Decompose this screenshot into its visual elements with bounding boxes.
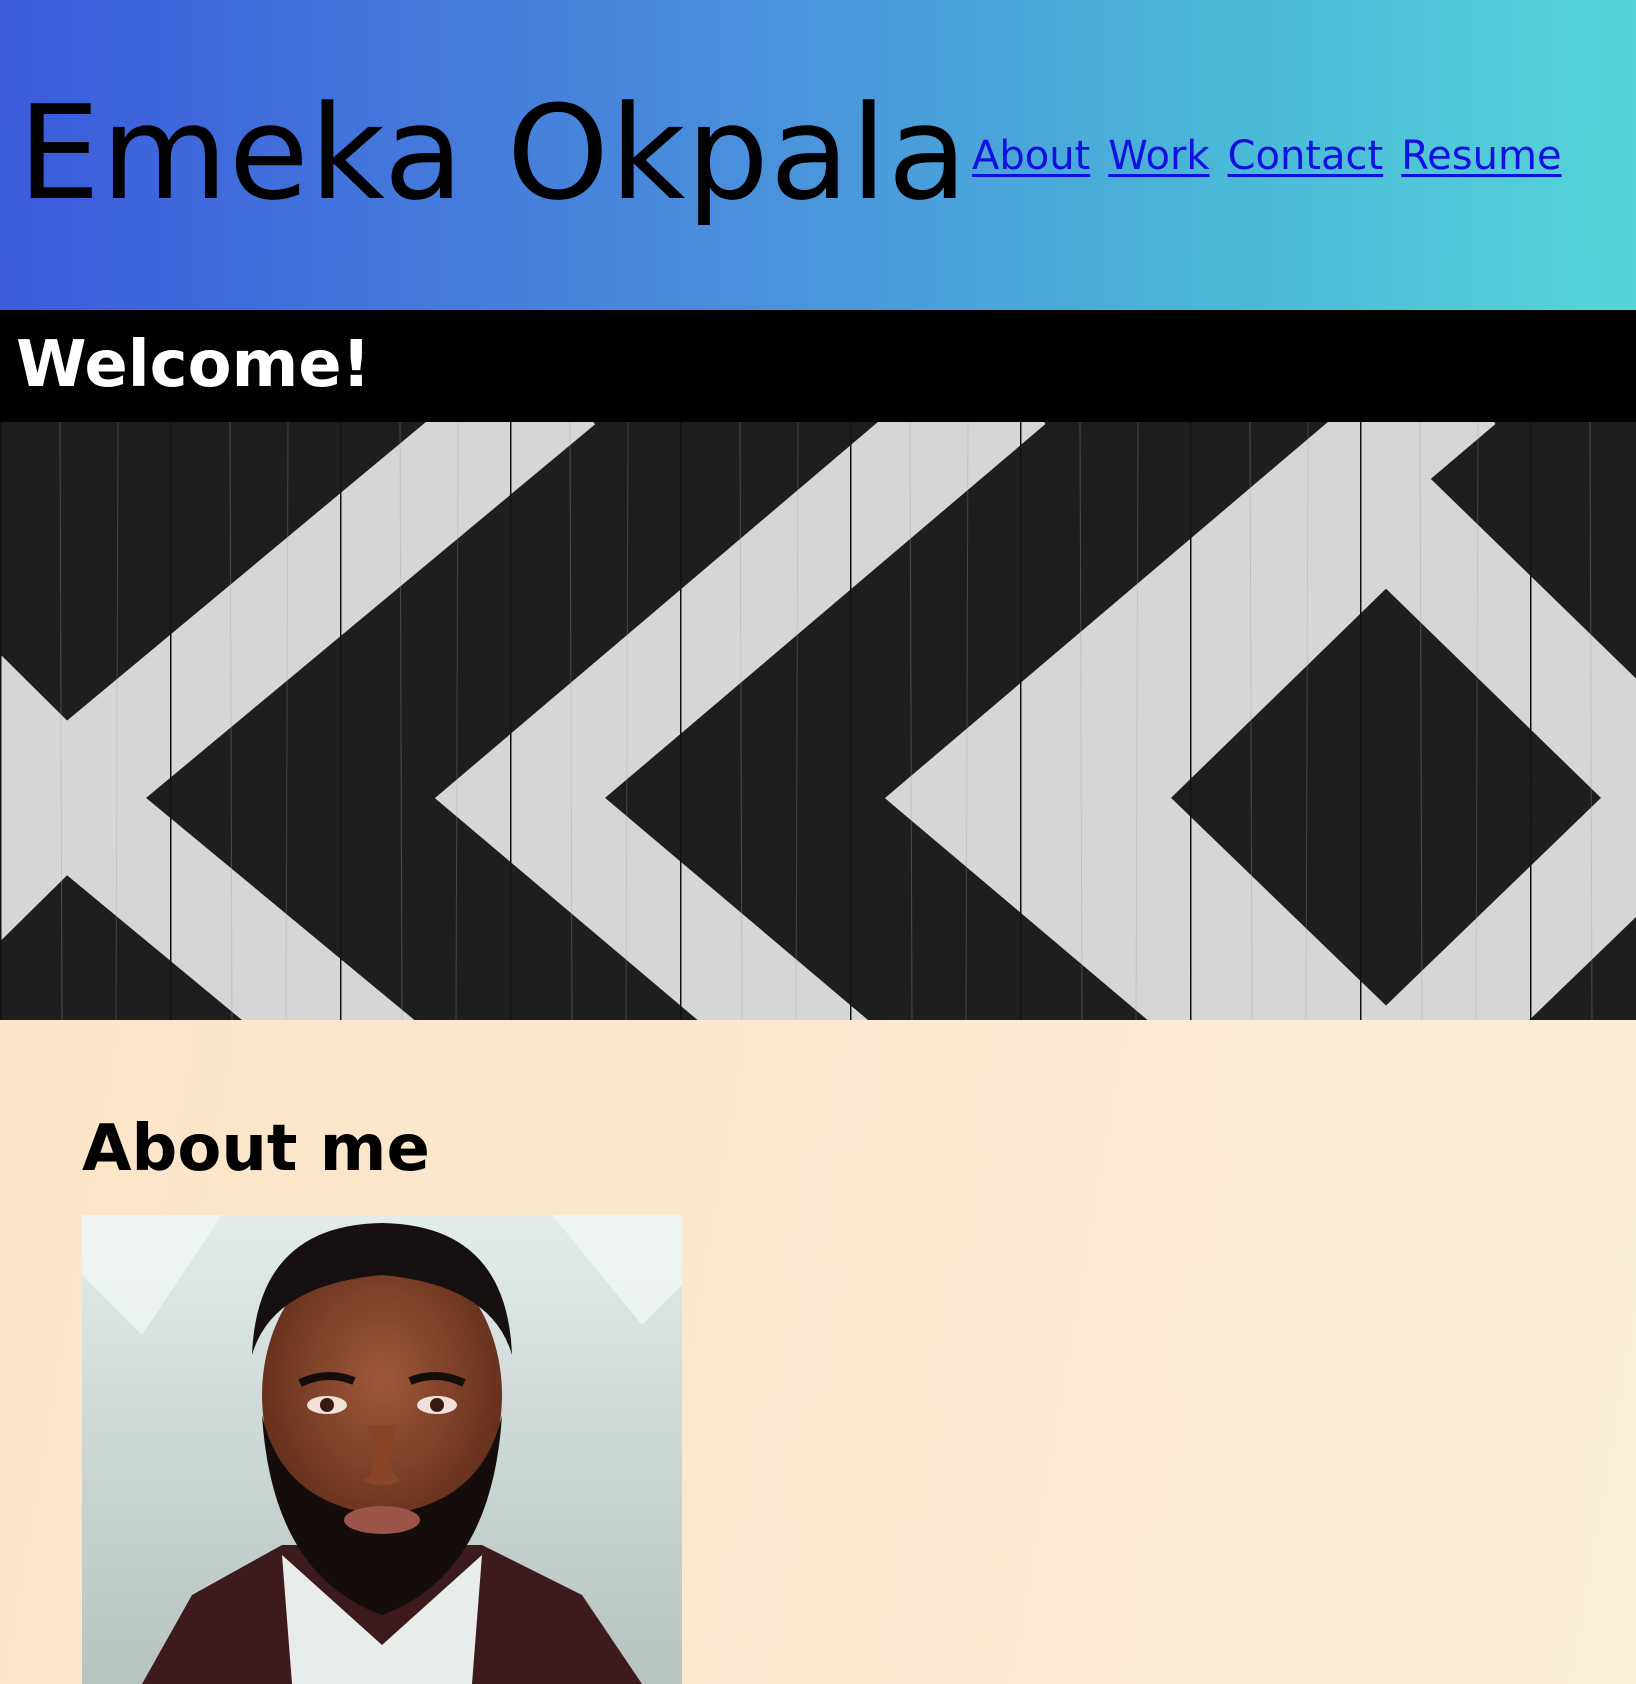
welcome-title: Welcome! bbox=[16, 328, 371, 402]
nav-link-work[interactable]: Work bbox=[1108, 128, 1209, 184]
nav-link-resume[interactable]: Resume bbox=[1401, 128, 1561, 184]
nav-link-about[interactable]: About bbox=[972, 128, 1090, 184]
site-title: Emeka Okpala bbox=[18, 77, 969, 229]
welcome-bar: Welcome! bbox=[0, 310, 1636, 422]
site-header: Emeka Okpala About Work Contact Resume bbox=[0, 0, 1636, 310]
portrait-image bbox=[82, 1215, 682, 1684]
main-nav: About Work Contact Resume bbox=[972, 128, 1562, 184]
portrait-illustration bbox=[82, 1215, 682, 1684]
hero-banner-image bbox=[0, 422, 1636, 1020]
about-heading: About me bbox=[82, 1112, 430, 1186]
nav-link-contact[interactable]: Contact bbox=[1228, 128, 1384, 184]
about-section: About me bbox=[0, 1020, 1636, 1684]
geometric-wood-pattern bbox=[0, 422, 1636, 1020]
